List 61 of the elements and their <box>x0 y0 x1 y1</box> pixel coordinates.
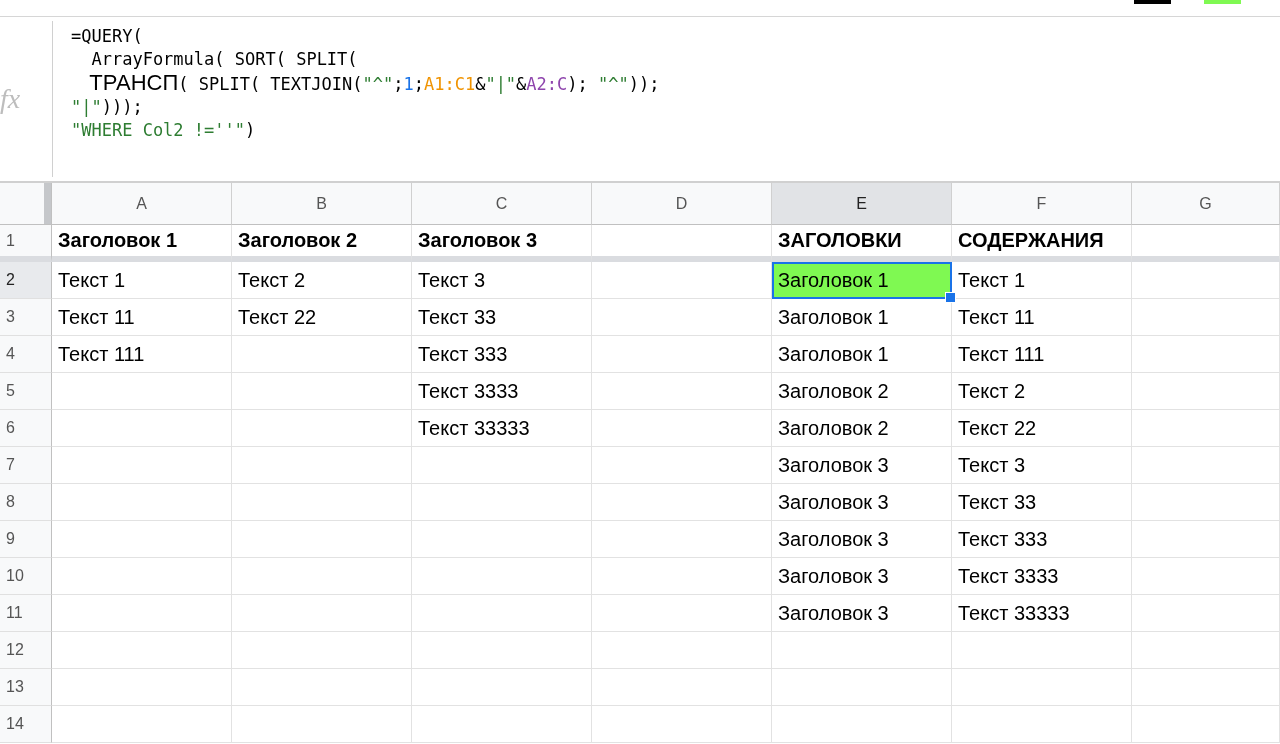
table-cell: СОДЕРЖАНИЯ <box>952 225 1132 262</box>
row-header[interactable]: 13 <box>0 669 52 706</box>
table-cell: Заголовок 2 <box>772 410 952 447</box>
column-header[interactable]: B <box>232 183 412 225</box>
table-cell: Текст 111 <box>952 336 1132 373</box>
column-header[interactable]: G <box>1132 183 1280 225</box>
table-cell: Заголовок 3 <box>772 484 952 521</box>
row-header[interactable]: 11 <box>0 595 52 632</box>
table-cell: Заголовок 3 <box>772 558 952 595</box>
table-cell: Текст 11 <box>52 299 232 336</box>
row-header[interactable]: 2 <box>0 262 52 299</box>
table-cell: Текст 2 <box>952 373 1132 410</box>
table-cell: Текст 33 <box>952 484 1132 521</box>
fx-label: fx <box>0 83 21 115</box>
table-cell: Текст 333 <box>412 336 592 373</box>
fill-color-swatch[interactable] <box>1204 0 1241 4</box>
table-cell: Текст 2 <box>232 262 412 299</box>
table-cell: Заголовок 3 <box>772 595 952 632</box>
table-cell: Заголовок 2 <box>772 373 952 410</box>
table-cell: Текст 333 <box>952 521 1132 558</box>
text-color-swatch[interactable] <box>1134 0 1171 4</box>
row-header[interactable]: 10 <box>0 558 52 595</box>
row-header[interactable]: 5 <box>0 373 52 410</box>
row-header[interactable]: 4 <box>0 336 52 373</box>
freeze-handle[interactable] <box>44 183 51 224</box>
row-header[interactable]: 14 <box>0 706 52 743</box>
table-cell: Текст 33333 <box>952 595 1132 632</box>
table-cell: Заголовок 2 <box>232 225 412 262</box>
table-cell: Заголовок 1 <box>772 336 952 373</box>
table-cell: Заголовок 3 <box>772 521 952 558</box>
column-header[interactable]: D <box>592 183 772 225</box>
table-cell: Текст 1 <box>952 262 1132 299</box>
table-cell: Текст 33 <box>412 299 592 336</box>
column-header[interactable]: A <box>52 183 232 225</box>
table-cell: Текст 3333 <box>412 373 592 410</box>
table-cell: Текст 3 <box>952 447 1132 484</box>
table-cell: Текст 3 <box>412 262 592 299</box>
table-cell: Текст 11 <box>952 299 1132 336</box>
table-cell: Текст 1 <box>52 262 232 299</box>
table-cell: Текст 3333 <box>952 558 1132 595</box>
column-header[interactable]: E <box>772 183 952 225</box>
column-header[interactable]: C <box>412 183 592 225</box>
table-cell: Заголовок 1 <box>772 299 952 336</box>
table-cell: Текст 33333 <box>412 410 592 447</box>
select-all-corner[interactable] <box>0 183 52 225</box>
row-header[interactable]: 9 <box>0 521 52 558</box>
row-header[interactable]: 3 <box>0 299 52 336</box>
row-header[interactable]: 1 <box>0 225 52 262</box>
table-cell: Текст 22 <box>232 299 412 336</box>
table-cell: Заголовок 3 <box>412 225 592 262</box>
row-header[interactable]: 7 <box>0 447 52 484</box>
table-cell: Заголовок 1 <box>52 225 232 262</box>
row-header[interactable]: 8 <box>0 484 52 521</box>
formula-input[interactable]: =QUERY( ArrayFormula( SORT( SPLIT( ТРАНСП( SPLIT( TEXTJOIN("^";1;A1:C1&"|"&A2:C); "^")); "|"))); "WHERE Col2 !=''") <box>53 17 1280 181</box>
table-cell: Текст 111 <box>52 336 232 373</box>
table-cell: Заголовок 3 <box>772 447 952 484</box>
fill-handle[interactable] <box>945 292 956 303</box>
table-cell: Текст 22 <box>952 410 1132 447</box>
row-header[interactable]: 6 <box>0 410 52 447</box>
row-header[interactable]: 12 <box>0 632 52 669</box>
column-header[interactable]: F <box>952 183 1132 225</box>
